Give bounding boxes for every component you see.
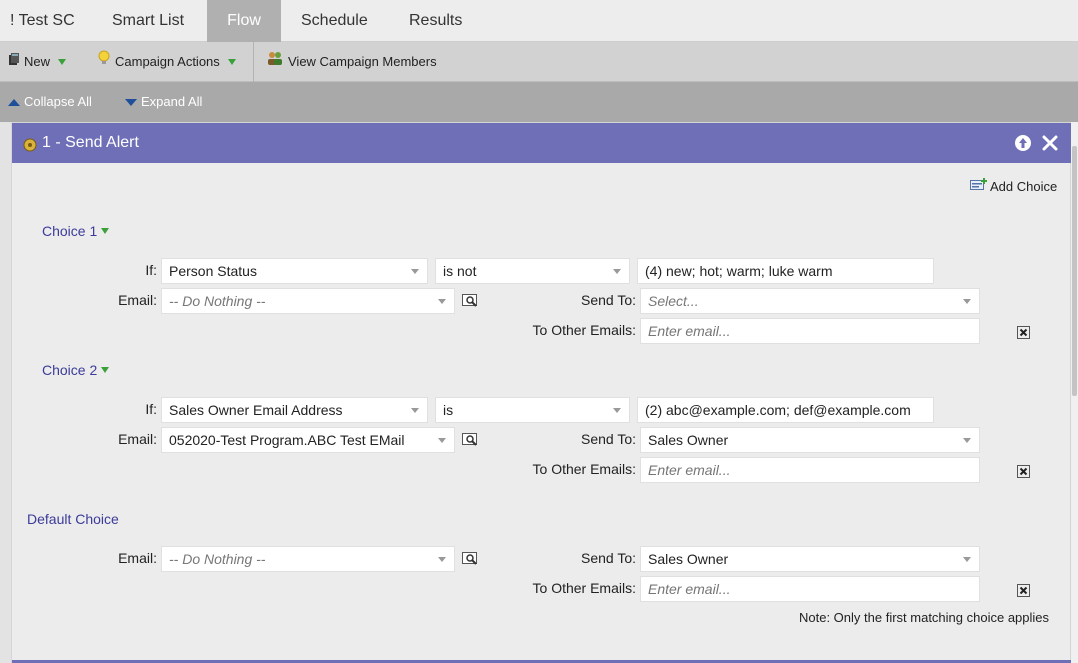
to-other-emails-label: To Other Emails: bbox=[532, 580, 636, 596]
view-campaign-members-button[interactable]: View Campaign Members bbox=[266, 42, 437, 82]
collapse-all-label: Collapse All bbox=[24, 94, 92, 109]
choice-1-other-emails-input[interactable] bbox=[640, 318, 980, 344]
move-up-icon[interactable] bbox=[1014, 134, 1032, 152]
new-document-icon bbox=[8, 42, 20, 82]
dropdown-arrow-icon bbox=[613, 269, 621, 274]
lightbulb-icon bbox=[97, 42, 111, 82]
expand-arrow-icon bbox=[125, 98, 137, 106]
scrollbar-thumb[interactable] bbox=[1072, 146, 1077, 396]
dropdown-arrow-icon bbox=[411, 269, 419, 274]
email-label: Email: bbox=[118, 431, 157, 447]
tab-test-sc[interactable]: ! Test SC bbox=[0, 0, 89, 42]
view-members-label: View Campaign Members bbox=[288, 54, 437, 69]
default-send-to-select[interactable]: Sales Owner bbox=[640, 546, 980, 572]
choice-2-other-emails-input[interactable] bbox=[640, 457, 980, 483]
add-choice-button[interactable]: Add Choice bbox=[970, 178, 1057, 195]
choice-2-email-value: 052020-Test Program.ABC Test EMail bbox=[169, 432, 405, 448]
expand-collapse-bar: Collapse All Expand All bbox=[0, 82, 1078, 122]
expand-all-button[interactable]: Expand All bbox=[125, 82, 202, 122]
choice-2-values-field[interactable]: (2) abc@example.com; def@example.com bbox=[637, 397, 934, 423]
default-email-value: -- Do Nothing -- bbox=[169, 551, 266, 567]
remove-choice-2-icon[interactable] bbox=[1017, 465, 1030, 478]
to-other-emails-label: To Other Emails: bbox=[532, 322, 636, 338]
choice-1-send-to-select[interactable]: Select... bbox=[640, 288, 980, 314]
preview-icon[interactable] bbox=[462, 552, 480, 566]
to-other-emails-label: To Other Emails: bbox=[532, 461, 636, 477]
dropdown-arrow-icon bbox=[963, 438, 971, 443]
new-menu-button[interactable]: New bbox=[8, 42, 67, 82]
send-to-label: Send To: bbox=[580, 292, 636, 308]
choice-2-attribute-value: Sales Owner Email Address bbox=[169, 402, 343, 418]
add-choice-label: Add Choice bbox=[990, 179, 1058, 194]
choice-1-values-field[interactable]: (4) new; hot; warm; luke warm bbox=[637, 258, 934, 284]
toolbar: New Campaign Actions View Campaign Membe… bbox=[0, 42, 1078, 82]
flow-step-title: 1 - Send Alert bbox=[42, 134, 139, 151]
tab-results[interactable]: Results bbox=[395, 0, 476, 42]
choice-2-operator-value: is bbox=[443, 402, 454, 418]
choice-1-label: Choice 1 bbox=[42, 223, 98, 239]
flow-step-panel: 1 - Send Alert Add Choice Choice 1 If: P… bbox=[11, 122, 1072, 663]
choice-1-attribute-value: Person Status bbox=[169, 263, 257, 279]
remove-default-choice-icon[interactable] bbox=[1017, 584, 1030, 597]
default-choice-label: Default Choice bbox=[27, 511, 119, 527]
flow-step-header[interactable]: 1 - Send Alert bbox=[12, 123, 1072, 163]
vertical-scrollbar[interactable] bbox=[1071, 122, 1078, 663]
choice-2-toggle[interactable]: Choice 2 bbox=[42, 362, 110, 378]
choice-1-toggle[interactable]: Choice 1 bbox=[42, 223, 110, 239]
dropdown-arrow-icon bbox=[438, 438, 446, 443]
alert-bell-icon bbox=[22, 136, 38, 152]
dropdown-arrow-icon bbox=[963, 299, 971, 304]
chevron-down-icon bbox=[227, 59, 236, 65]
flow-canvas: 1 - Send Alert Add Choice Choice 1 If: P… bbox=[0, 122, 1078, 663]
preview-icon[interactable] bbox=[462, 433, 480, 447]
tab-schedule[interactable]: Schedule bbox=[287, 0, 382, 42]
expand-all-label: Expand All bbox=[141, 94, 203, 109]
default-other-emails-input[interactable] bbox=[640, 576, 980, 602]
choice-2-email-select[interactable]: 052020-Test Program.ABC Test EMail bbox=[161, 427, 455, 453]
choice-2-operator-select[interactable]: is bbox=[435, 397, 630, 423]
add-choice-icon bbox=[970, 178, 988, 195]
dropdown-arrow-icon bbox=[438, 557, 446, 562]
choice-1-attribute-select[interactable]: Person Status bbox=[161, 258, 428, 284]
send-to-label: Send To: bbox=[580, 550, 636, 566]
email-label: Email: bbox=[118, 292, 157, 308]
default-send-to-value: Sales Owner bbox=[648, 551, 729, 567]
send-to-label: Send To: bbox=[580, 431, 636, 447]
default-email-select[interactable]: -- Do Nothing -- bbox=[161, 546, 455, 572]
remove-choice-1-icon[interactable] bbox=[1017, 326, 1030, 339]
dropdown-arrow-icon bbox=[613, 408, 621, 413]
choice-2-send-to-select[interactable]: Sales Owner bbox=[640, 427, 980, 453]
tab-bar: ! Test SC Smart List Flow Schedule Resul… bbox=[0, 0, 1078, 42]
tab-smart-list[interactable]: Smart List bbox=[98, 0, 198, 42]
if-label: If: bbox=[145, 262, 157, 278]
choice-1-operator-select[interactable]: is not bbox=[435, 258, 630, 284]
campaign-actions-button[interactable]: Campaign Actions bbox=[97, 42, 236, 82]
close-icon[interactable] bbox=[1041, 134, 1059, 152]
toolbar-divider bbox=[253, 42, 254, 82]
people-icon bbox=[266, 42, 284, 82]
chevron-down-icon bbox=[58, 59, 67, 65]
preview-icon[interactable] bbox=[462, 294, 480, 308]
dropdown-arrow-icon bbox=[411, 408, 419, 413]
dropdown-arrow-icon bbox=[438, 299, 446, 304]
choice-1-operator-value: is not bbox=[443, 263, 477, 279]
tab-flow[interactable]: Flow bbox=[207, 0, 281, 42]
chevron-down-icon bbox=[101, 367, 110, 373]
choice-1-email-value: -- Do Nothing -- bbox=[169, 293, 266, 309]
choice-2-attribute-select[interactable]: Sales Owner Email Address bbox=[161, 397, 428, 423]
if-label: If: bbox=[145, 401, 157, 417]
collapse-all-button[interactable]: Collapse All bbox=[8, 82, 92, 122]
new-label: New bbox=[24, 54, 51, 69]
dropdown-arrow-icon bbox=[963, 557, 971, 562]
email-label: Email: bbox=[118, 550, 157, 566]
choice-1-email-select[interactable]: -- Do Nothing -- bbox=[161, 288, 455, 314]
choice-2-label: Choice 2 bbox=[42, 362, 98, 378]
choice-2-send-to-value: Sales Owner bbox=[648, 432, 729, 448]
chevron-down-icon bbox=[101, 228, 110, 234]
collapse-arrow-icon bbox=[8, 98, 20, 106]
first-match-note: Note: Only the first matching choice app… bbox=[799, 610, 1050, 625]
choice-1-send-to-value: Select... bbox=[648, 293, 699, 309]
campaign-actions-label: Campaign Actions bbox=[115, 54, 220, 69]
